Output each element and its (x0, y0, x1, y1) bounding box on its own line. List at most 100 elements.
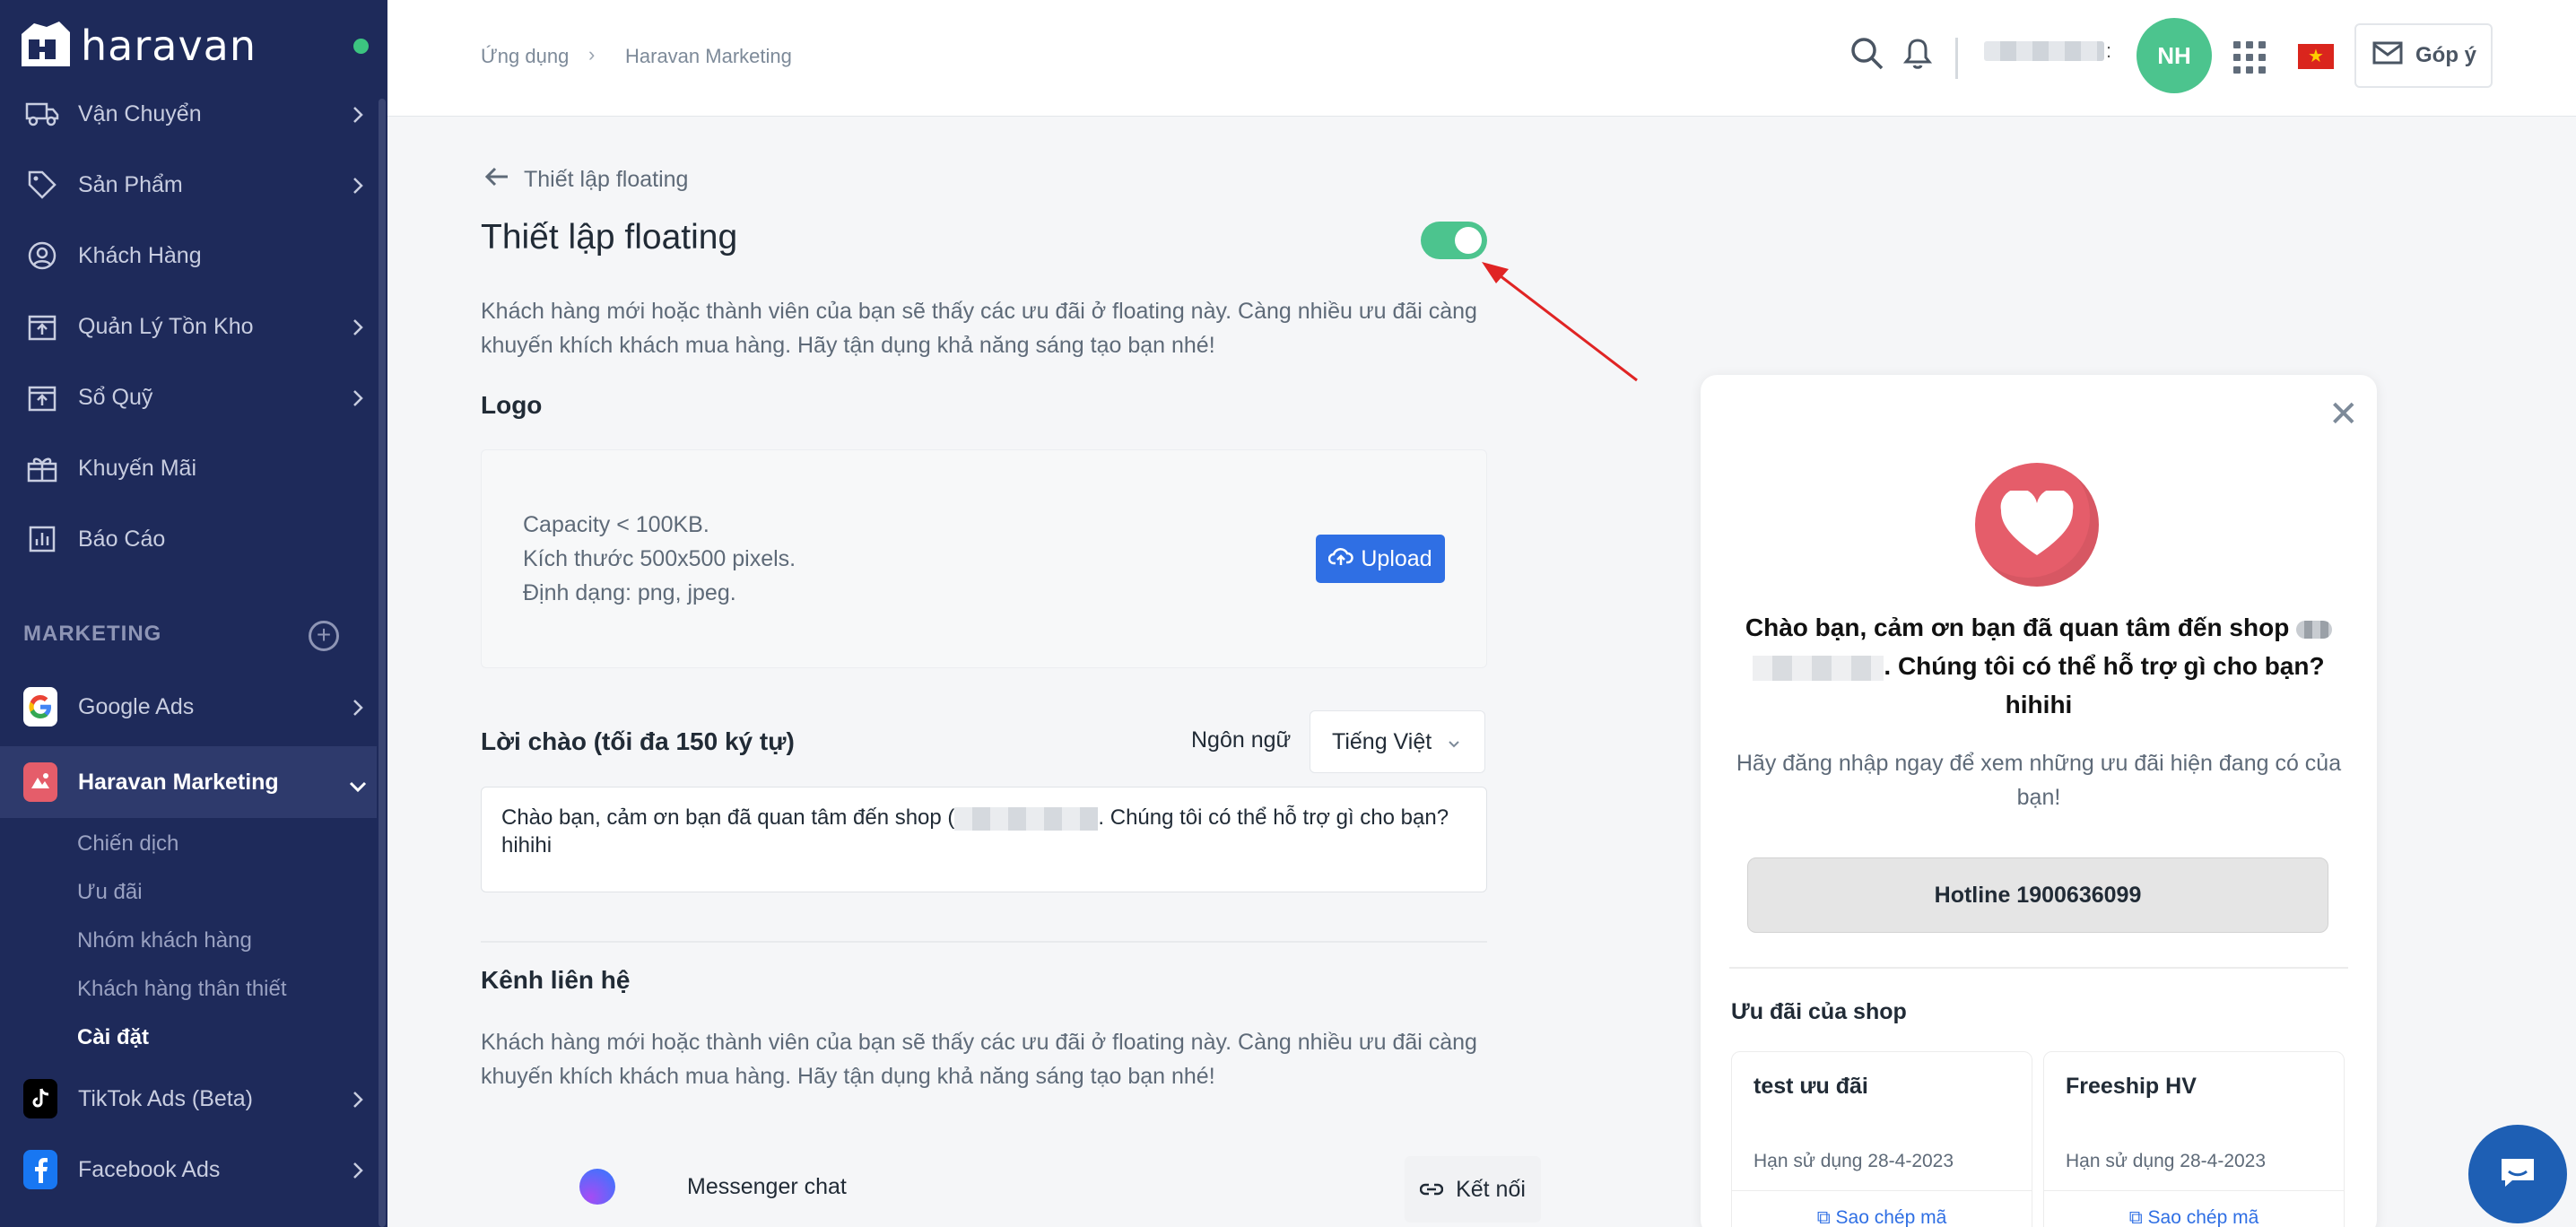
user-name-colon: : (2106, 39, 2112, 62)
sidebar-item-label: Khuyến Mãi (78, 455, 197, 481)
sidebar-item-customers[interactable]: Khách Hàng (0, 224, 377, 287)
blurred-shop-emoji (2296, 620, 2333, 639)
preview-greeting-start: Chào bạn, cảm ơn bạn đã quan tâm đến sho… (1745, 614, 2290, 641)
preview-divider (1729, 967, 2348, 969)
google-icon (23, 687, 57, 727)
add-app-icon[interactable]: + (309, 621, 339, 651)
sidebar-item-google-ads[interactable]: Google Ads (0, 675, 377, 738)
upload-button[interactable]: Upload (1316, 535, 1445, 583)
floating-description: Khách hàng mới hoặc thành viên của bạn s… (481, 299, 1477, 358)
logo-size-text: Kích thước 500x500 pixels. (523, 546, 796, 571)
sidebar-item-label: Quản Lý Tồn Kho (78, 313, 254, 339)
section-divider (481, 941, 1487, 943)
preview-greeting-title: Chào bạn, cảm ơn bạn đã quan tâm đến sho… (1727, 608, 2350, 724)
arrow-left-icon (484, 166, 509, 194)
floating-preview-widget: ✕ Chào bạn, cảm ơn bạn đã quan tâm đến s… (1701, 375, 2377, 1227)
sidebar-item-label: Sản Phẩm (78, 171, 183, 197)
offer-name: test ưu đãi (1754, 1074, 1868, 1099)
copy-code-button[interactable]: ⧉ Sao chép mã (1732, 1190, 2032, 1227)
facebook-icon (23, 1150, 57, 1189)
chevron-down-icon (348, 773, 368, 799)
sidebar-item-label: Báo Cáo (78, 526, 166, 552)
search-icon[interactable] (1849, 36, 1885, 76)
logo-format-text: Định dạng: png, jpeg. (523, 580, 736, 605)
chat-support-button[interactable] (2468, 1125, 2567, 1223)
language-label: Ngôn ngữ (1191, 727, 1292, 753)
copy-code-button[interactable]: ⧉ Sao chép mã (2044, 1190, 2344, 1227)
offer-card: Freeship HV Hạn sử dụng 28-4-2023 ⧉ Sao … (2043, 1051, 2345, 1227)
sidebar-subitem-customer-groups[interactable]: Nhóm khách hàng (77, 928, 252, 953)
messenger-icon (579, 1169, 615, 1205)
greeting-textarea[interactable]: Chào bạn, cảm ơn bạn đã quan tâm đến sho… (481, 787, 1487, 892)
haravan-logo[interactable]: haravan (16, 18, 257, 74)
channel-row-messenger: Messenger chat Kết nối (481, 1149, 1541, 1224)
chevron-right-icon (352, 1090, 364, 1116)
haravan-marketing-icon (23, 762, 57, 802)
topbar-divider (1955, 38, 1958, 79)
tag-icon (25, 168, 59, 202)
online-status-dot (353, 39, 369, 54)
sidebar-item-facebook-ads[interactable]: Facebook Ads (0, 1138, 377, 1201)
sidebar-item-promotions[interactable]: Khuyến Mãi (0, 437, 377, 500)
chevron-right-icon (352, 388, 364, 414)
sidebar-subitem-settings[interactable]: Cài đặt (77, 1025, 149, 1050)
breadcrumb-haravan-marketing[interactable]: Haravan Marketing (625, 45, 792, 68)
sidebar: haravan Vận Chuyển Sản Phẩm Khách Hàng Q… (0, 0, 387, 1227)
sidebar-subitem-offers[interactable]: Ưu đãi (77, 880, 143, 905)
hotline-button[interactable]: Hotline 1900636099 (1747, 857, 2328, 933)
breadcrumb-apps[interactable]: Ứng dụng (481, 45, 569, 68)
sidebar-item-label: Google Ads (78, 693, 195, 719)
connect-button[interactable]: Kết nối (1405, 1156, 1541, 1223)
bell-icon[interactable] (1902, 38, 1933, 76)
avatar[interactable]: NH (2137, 18, 2212, 93)
blurred-shop-name (1753, 655, 1884, 681)
copy-icon: ⧉ (2128, 1207, 2148, 1227)
sidebar-item-products[interactable]: Sản Phẩm (0, 153, 377, 216)
truck-icon (25, 97, 59, 131)
contact-channels-heading: Kênh liên hệ (481, 966, 631, 994)
channel-label: Messenger chat (687, 1174, 847, 1199)
offer-name: Freeship HV (2066, 1074, 2197, 1099)
sidebar-item-label: Vận Chuyển (78, 100, 202, 126)
sidebar-item-label: TikTok Ads (Beta) (78, 1085, 253, 1111)
feedback-button[interactable]: Góp ý (2354, 23, 2493, 88)
offer-expiry: Hạn sử dụng 28-4-2023 (1754, 1151, 1954, 1171)
offer-card: test ưu đãi Hạn sử dụng 28-4-2023 ⧉ Sao … (1731, 1051, 2032, 1227)
annotation-arrow (1482, 262, 1638, 382)
blurred-user-name (1984, 41, 2104, 61)
shop-offers-heading: Ưu đãi của shop (1731, 999, 1907, 1024)
floating-enabled-toggle[interactable] (1421, 222, 1487, 259)
sidebar-item-label: Sổ Quỹ (78, 384, 153, 410)
sidebar-item-label: Facebook Ads (78, 1156, 221, 1182)
language-value: Tiếng Việt (1332, 728, 1432, 754)
sidebar-item-cashbook[interactable]: Sổ Quỹ (0, 366, 377, 429)
preview-login-prompt: Hãy đăng nhập ngay để xem những ưu đãi h… (1736, 751, 2342, 810)
chat-icon (2498, 1155, 2537, 1194)
cashbook-icon (25, 380, 59, 414)
sidebar-item-inventory[interactable]: Quản Lý Tồn Kho (0, 295, 377, 358)
sidebar-item-haravan-marketing[interactable]: Haravan Marketing (0, 746, 377, 818)
breadcrumb-separator: › (588, 43, 596, 65)
sidebar-subitem-loyal-customers[interactable]: Khách hàng thân thiết (77, 977, 287, 1002)
copy-icon: ⧉ (1816, 1207, 1836, 1227)
mail-icon (2372, 41, 2403, 71)
logo-capacity-text: Capacity < 100KB. (523, 512, 709, 537)
haravan-logo-icon (16, 18, 75, 74)
vietnam-flag-icon[interactable]: ★ (2298, 44, 2334, 69)
sidebar-item-tiktok-ads[interactable]: TikTok Ads (Beta) (0, 1067, 377, 1130)
back-link[interactable]: Thiết lập floating (484, 166, 688, 194)
upload-label: Upload (1361, 545, 1432, 571)
brand-name: haravan (81, 22, 257, 70)
sidebar-item-shipping[interactable]: Vận Chuyển (0, 83, 377, 145)
chevron-down-icon (1448, 729, 1460, 755)
sidebar-scrollbar[interactable] (379, 99, 386, 1227)
contact-description: Khách hàng mới hoặc thành viên của bạn s… (481, 1030, 1477, 1089)
sidebar-item-reports[interactable]: Báo Cáo (0, 508, 377, 570)
language-select[interactable]: Tiếng Việt (1310, 710, 1485, 773)
close-icon[interactable]: ✕ (2328, 396, 2359, 432)
user-circle-icon (25, 239, 59, 273)
apps-grid-icon[interactable] (2233, 41, 2266, 74)
sidebar-item-label: Haravan Marketing (78, 769, 279, 795)
sidebar-subitem-campaigns[interactable]: Chiến dịch (77, 831, 178, 857)
inventory-icon (25, 309, 59, 344)
